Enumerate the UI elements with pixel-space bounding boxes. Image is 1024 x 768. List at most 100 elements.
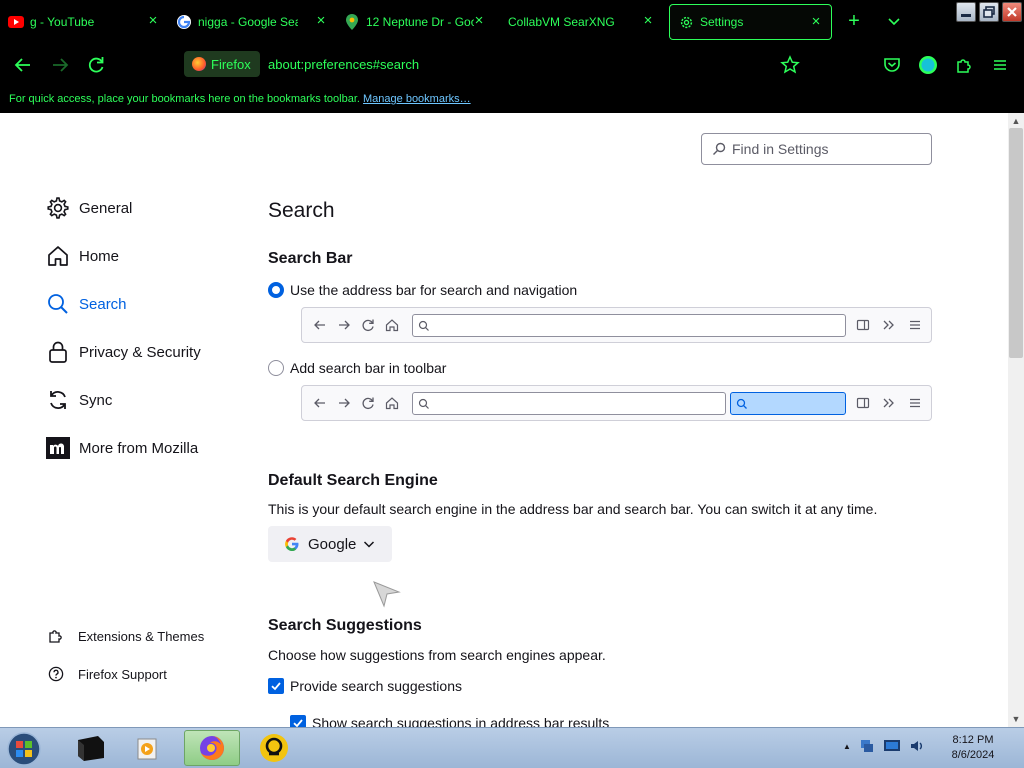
puzzle-icon [47,627,65,645]
sidebar-label: Home [79,247,120,265]
search-icon [45,291,71,317]
puzzle-icon [957,59,971,73]
identity-label: Firefox [211,56,251,72]
extensions-button[interactable] [953,54,975,76]
sidebar-label: More from Mozilla [79,439,199,457]
sidebar-item-privacy-security[interactable]: Privacy & Security [45,339,201,365]
reload-icon [362,319,374,332]
default-engine-description: This is your default search engine in th… [268,501,878,517]
tab-strip: g - YouTube × nigga - Google Search × 12… [0,0,1024,44]
taskbar-app-yellow[interactable] [246,730,302,766]
maps-pin-icon [344,14,360,30]
default-engine-dropdown[interactable]: Google [268,526,392,562]
restore-button[interactable] [979,2,999,22]
menu-button[interactable] [989,54,1011,76]
radio-use-address-bar[interactable]: Use the address bar for search and navig… [268,282,577,298]
sidebar-item-more-from-mozilla[interactable]: More from Mozilla [45,435,198,461]
checkbox-label: Show search suggestions in address bar r… [312,715,610,727]
help-icon [47,665,65,683]
firefox-logo-icon [192,57,206,71]
sidebar-icon [856,319,870,331]
close-icon[interactable]: × [146,13,160,28]
radio-add-search-bar[interactable]: Add search bar in toolbar [268,360,446,376]
close-icon[interactable]: × [472,13,486,28]
tab-youtube[interactable]: g - YouTube × [8,4,168,40]
taskbar: ▲ 8:12 PM 8/6/2024 [0,727,1024,768]
page-title: Search [268,199,335,222]
hamburger-menu-icon [910,320,920,330]
chevron-down-icon [888,18,900,26]
taskbar-clock[interactable]: 8:12 PM 8/6/2024 [938,733,1008,763]
overflow-chevron-icon [883,398,894,408]
media-player-icon [137,738,157,760]
list-all-tabs-button[interactable] [885,12,903,30]
sidebar-label: Search [79,295,127,313]
close-icon[interactable]: × [809,14,823,29]
account-button[interactable] [917,54,939,76]
google-icon [285,537,299,551]
sidebar-item-search[interactable]: Search [45,291,127,317]
radio-label: Use the address bar for search and navig… [290,282,578,298]
search-bar-heading: Search Bar [268,250,353,267]
search-icon [418,320,429,331]
show-hidden-icons-button[interactable]: ▲ [843,742,851,751]
manage-bookmarks-link[interactable]: Manage bookmarks… [363,93,471,105]
back-button[interactable] [12,54,34,76]
default-engine-heading: Default Search Engine [268,472,438,489]
scroll-down-arrow[interactable]: ▼ [1010,713,1022,725]
taskbar-firefox[interactable] [184,730,240,766]
sync-icon [45,387,71,413]
close-window-button[interactable] [1002,2,1022,22]
hamburger-menu-icon [910,398,920,408]
mouse-cursor-icon [373,581,401,608]
forward-button[interactable] [49,54,71,76]
find-in-settings-input[interactable]: Find in Settings [701,133,932,165]
new-tab-button[interactable]: + [845,11,863,31]
youtube-icon [8,14,24,30]
scroll-up-arrow[interactable]: ▲ [1010,115,1022,127]
address-bar-preview [301,307,932,343]
sidebar-firefox-support[interactable]: Firefox Support [47,665,167,683]
sidebar-item-general[interactable]: General [45,195,132,221]
checkmark-icon [290,715,306,727]
forward-arrow-icon [339,320,350,330]
checkbox-provide-suggestions[interactable]: Provide search suggestions [268,678,462,694]
close-icon[interactable]: × [314,13,328,28]
checkbox-show-in-address-bar[interactable]: Show search suggestions in address bar r… [290,715,609,727]
settings-page: Find in Settings General Home Search Pri… [0,113,1008,727]
sidebar-label: Privacy & Security [79,343,201,361]
remote-desktop-icon [260,734,288,762]
tab-label: 12 Neptune Dr - Google Maps [366,15,474,29]
tab-google-maps[interactable]: 12 Neptune Dr - Google Maps × [344,4,494,40]
tab-searxng[interactable]: CollabVM SearXNG × [508,4,663,40]
tab-label: CollabVM SearXNG [508,15,615,29]
tab-google-search[interactable]: nigga - Google Search × [176,4,336,40]
default-engine-value: Google [308,535,357,553]
preview-search-field [730,392,846,415]
network-icon[interactable] [859,738,875,754]
sidebar-item-sync[interactable]: Sync [45,387,112,413]
close-icon[interactable]: × [641,13,655,28]
reload-button[interactable] [85,54,107,76]
display-icon[interactable] [883,738,901,754]
preview-url-field [412,314,846,337]
volume-icon[interactable] [909,738,925,754]
sidebar-footer-label: Firefox Support [78,666,167,682]
sidebar-label: Sync [79,391,113,409]
bookmarks-message: For quick access, place your bookmarks h… [9,93,360,105]
start-button[interactable] [4,730,44,767]
scrollbar-thumb[interactable] [1009,128,1023,358]
reload-icon [362,397,374,410]
sidebar-extensions-themes[interactable]: Extensions & Themes [47,627,204,645]
tab-settings[interactable]: Settings × [669,4,832,40]
gear-icon [45,195,71,221]
sidebar-item-home[interactable]: Home [45,243,119,269]
pocket-button[interactable] [881,54,903,76]
home-icon [385,397,399,410]
identity-box[interactable]: Firefox [184,51,260,77]
taskbar-command-prompt[interactable] [62,730,118,766]
minimize-button[interactable] [956,2,976,22]
url-text[interactable]: about:preferences#search [268,57,419,72]
sidebar-icon [856,397,870,409]
taskbar-media-player[interactable] [120,730,176,766]
